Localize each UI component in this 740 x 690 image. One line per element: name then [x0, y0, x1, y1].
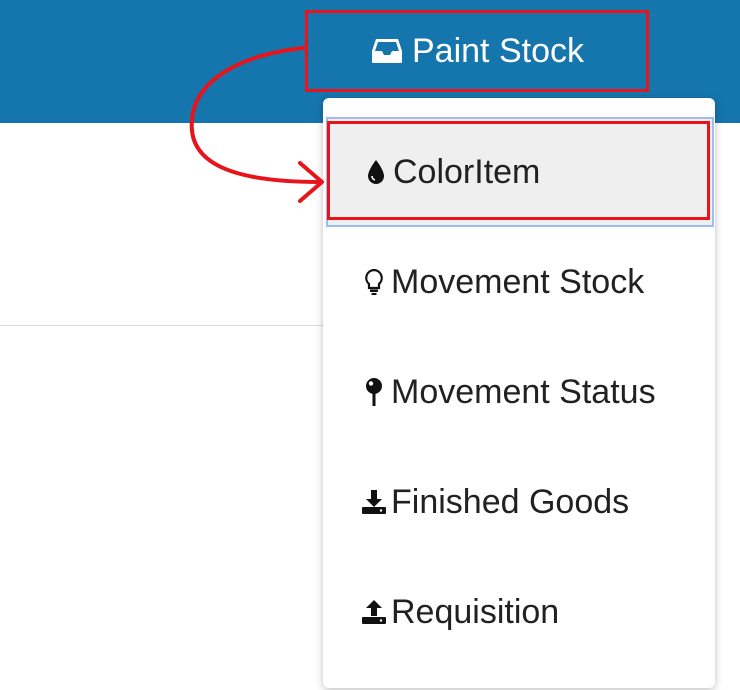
menu-item-label: ColorItem [393, 152, 541, 191]
menu-item-label: Movement Stock [391, 262, 645, 301]
menu-item-requisition[interactable]: Requisition [323, 557, 715, 667]
map-pin-icon [359, 375, 389, 409]
menu-item-movement-status[interactable]: Movement Status [323, 337, 715, 447]
inbox-icon [370, 34, 404, 68]
menu-item-coloritem[interactable]: ColorItem [326, 117, 714, 227]
paint-stock-dropdown-menu: ColorItem Movement Stock Movement Status [323, 98, 715, 688]
upload-icon [359, 595, 389, 629]
tint-icon [361, 155, 391, 189]
menu-item-label: Finished Goods [391, 482, 630, 521]
download-icon [359, 485, 389, 519]
menu-item-movement-stock[interactable]: Movement Stock [323, 227, 715, 337]
content-divider [0, 325, 323, 326]
nav-item-label: Paint Stock [412, 31, 584, 70]
nav-item-paint-stock[interactable]: Paint Stock [305, 10, 649, 92]
lightbulb-icon [359, 265, 389, 299]
menu-item-label: Movement Status [391, 372, 656, 411]
menu-item-finished-goods[interactable]: Finished Goods [323, 447, 715, 557]
menu-item-label: Requisition [391, 592, 560, 631]
